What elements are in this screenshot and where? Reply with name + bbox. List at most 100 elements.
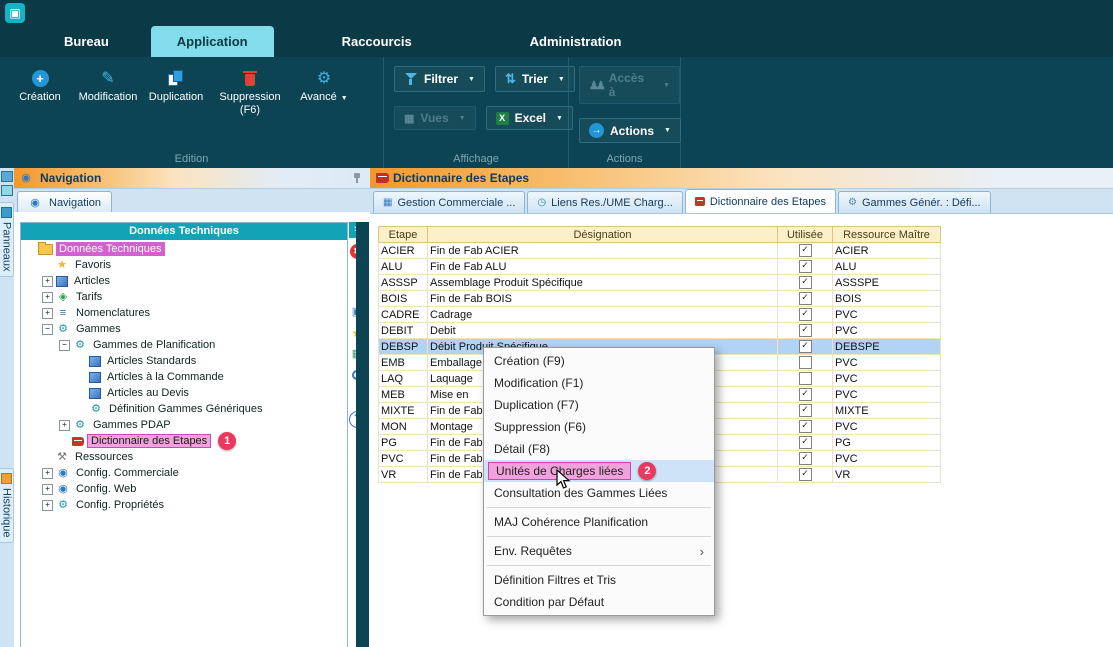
tree-item[interactable]: +⚙Config. Propriétés	[21, 497, 347, 513]
filter-icon	[404, 72, 418, 86]
tree-expander-icon[interactable]: +	[42, 484, 53, 495]
checkbox-icon[interactable]: ✓	[799, 452, 812, 465]
context-menu-item[interactable]: Condition par Défaut	[484, 591, 714, 613]
tree-item[interactable]: Données Techniques	[21, 241, 347, 257]
column-header[interactable]: Désignation	[428, 227, 778, 243]
button-label: Création	[19, 91, 61, 104]
duplication-button[interactable]: Duplication	[142, 65, 210, 117]
button-label: Duplication	[149, 91, 203, 104]
checkbox-icon[interactable]: ✓	[799, 260, 812, 273]
acces-a-button[interactable]: ♟♟ Accès à ▼	[579, 66, 680, 104]
tree-item[interactable]: +Articles	[21, 273, 347, 289]
menu-item-label: Création (F9)	[494, 354, 565, 368]
context-menu-item[interactable]: Env. Requêtes›	[484, 540, 714, 562]
tree-expander-icon[interactable]: +	[42, 308, 53, 319]
checkbox-icon[interactable]: ✓	[799, 468, 812, 481]
tree-item[interactable]: Articles Standards	[21, 353, 347, 369]
creation-button[interactable]: + Création	[6, 65, 74, 117]
tree-item[interactable]: ⚙Définition Gammes Génériques	[21, 401, 347, 417]
table-row[interactable]: ASSSPAssemblage Produit Spécifique✓ASSSP…	[379, 275, 941, 291]
cube-icon	[89, 356, 101, 367]
checkbox-icon[interactable]: ✓	[799, 292, 812, 305]
ressource-cell: PG	[833, 435, 941, 451]
table-row[interactable]: ALUFin de Fab ALU✓ALU	[379, 259, 941, 275]
panel-splitter[interactable]	[356, 222, 369, 647]
checkbox-icon[interactable]: ✓	[799, 420, 812, 433]
document-tab[interactable]: ▦Gestion Commerciale ...	[373, 191, 525, 213]
checkbox-icon[interactable]: ✓	[799, 244, 812, 257]
panel-toggle-icon[interactable]	[1, 171, 13, 182]
tree-item[interactable]: −⚙Gammes de Planification	[21, 337, 347, 353]
menu-tab-application[interactable]: Application	[151, 26, 274, 57]
context-menu-item[interactable]: Modification (F1)	[484, 372, 714, 394]
context-menu-item[interactable]: Suppression (F6)	[484, 416, 714, 438]
table-row[interactable]: ACIERFin de Fab ACIER✓ACIER	[379, 243, 941, 259]
table-row[interactable]: BOISFin de Fab BOIS✓BOIS	[379, 291, 941, 307]
context-menu-item[interactable]: Détail (F8)	[484, 438, 714, 460]
context-menu-item[interactable]: Création (F9)	[484, 350, 714, 372]
suppression-button[interactable]: Suppression (F6)	[210, 65, 290, 117]
utilisee-cell	[778, 355, 833, 371]
document-tab[interactable]: Dictionnaire des Etapes	[685, 189, 836, 213]
side-tab-panneaux[interactable]: Panneaux	[0, 202, 14, 277]
checkbox-icon[interactable]: ✓	[799, 340, 812, 353]
filtrer-button[interactable]: Filtrer ▼	[394, 66, 485, 92]
menu-tab-bureau[interactable]: Bureau	[38, 26, 135, 57]
utilisee-cell: ✓	[778, 451, 833, 467]
column-header[interactable]: Etape	[379, 227, 428, 243]
tree-item[interactable]: +⚙Gammes PDAP	[21, 417, 347, 433]
actions-button[interactable]: → Actions ▼	[579, 118, 681, 143]
content-title: Dictionnaire des Etapes	[393, 171, 529, 185]
context-menu-item[interactable]: MAJ Cohérence Planification	[484, 511, 714, 533]
tree-expander-icon[interactable]: +	[42, 468, 53, 479]
tree-item[interactable]: ⚒Ressources	[21, 449, 347, 465]
tree-item[interactable]: Articles au Devis	[21, 385, 347, 401]
context-menu-item[interactable]: Définition Filtres et Tris	[484, 569, 714, 591]
checkbox-icon[interactable]	[799, 372, 812, 385]
utilisee-cell: ✓	[778, 291, 833, 307]
context-menu-item[interactable]: Unités de Charges liées2	[484, 460, 714, 482]
document-tab[interactable]: ⚙Gammes Génér. : Défi...	[838, 191, 991, 213]
vues-button[interactable]: ▦ Vues ▼	[394, 106, 476, 130]
column-header[interactable]: Ressource Maître	[833, 227, 941, 243]
main-content: Dictionnaire des Etapes ▦Gestion Commerc…	[370, 168, 1113, 647]
tree-expander-icon[interactable]: +	[42, 276, 53, 287]
checkbox-icon[interactable]: ✓	[799, 436, 812, 449]
tree-item[interactable]: +≡Nomenclatures	[21, 305, 347, 321]
side-tab-historique[interactable]: Historique	[0, 468, 14, 543]
avance-button[interactable]: ⚙ Avancé▼	[290, 65, 358, 117]
document-tab[interactable]: ◷Liens Res./UME Charg...	[527, 191, 682, 213]
tab-navigation[interactable]: ◉ Navigation	[17, 191, 112, 213]
context-menu-item[interactable]: Duplication (F7)	[484, 394, 714, 416]
tree-item[interactable]: −⚙Gammes	[21, 321, 347, 337]
modification-button[interactable]: ✎ Modification	[74, 65, 142, 117]
tree-item[interactable]: ★Favoris	[21, 257, 347, 273]
tree-item[interactable]: +◉Config. Commerciale	[21, 465, 347, 481]
menu-tab-raccourcis[interactable]: Raccourcis	[316, 26, 438, 57]
column-header[interactable]: Utilisée	[778, 227, 833, 243]
excel-button[interactable]: X Excel ▼	[486, 106, 573, 130]
tree-expander-icon[interactable]: −	[59, 340, 70, 351]
tree-item[interactable]: Dictionnaire des Etapes1	[21, 433, 347, 449]
tree-item[interactable]: +◉Config. Web	[21, 481, 347, 497]
tree-item[interactable]: +◈Tarifs	[21, 289, 347, 305]
tree-item[interactable]: Articles à la Commande	[21, 369, 347, 385]
menu-tab-administration[interactable]: Administration	[504, 26, 648, 57]
checkbox-icon[interactable]: ✓	[799, 388, 812, 401]
context-menu-item[interactable]: Consultation des Gammes Liées	[484, 482, 714, 504]
app-logo-icon[interactable]: ▣	[5, 3, 25, 23]
tree-expander-icon[interactable]: +	[42, 500, 53, 511]
checkbox-icon[interactable]: ✓	[799, 276, 812, 289]
checkbox-icon[interactable]: ✓	[799, 324, 812, 337]
checkbox-icon[interactable]: ✓	[799, 404, 812, 417]
checkbox-icon[interactable]: ✓	[799, 308, 812, 321]
checkbox-icon[interactable]	[799, 356, 812, 369]
panel-toggle-icon[interactable]	[1, 185, 13, 196]
tree-expander-icon[interactable]: +	[59, 420, 70, 431]
trier-button[interactable]: ⇅ Trier ▼	[495, 66, 575, 92]
tree-expander-icon[interactable]: +	[42, 292, 53, 303]
pin-icon[interactable]	[352, 172, 362, 184]
table-row[interactable]: CADRECadrage✓PVC	[379, 307, 941, 323]
tree-expander-icon[interactable]: −	[42, 324, 53, 335]
table-row[interactable]: DEBITDebit✓PVC	[379, 323, 941, 339]
